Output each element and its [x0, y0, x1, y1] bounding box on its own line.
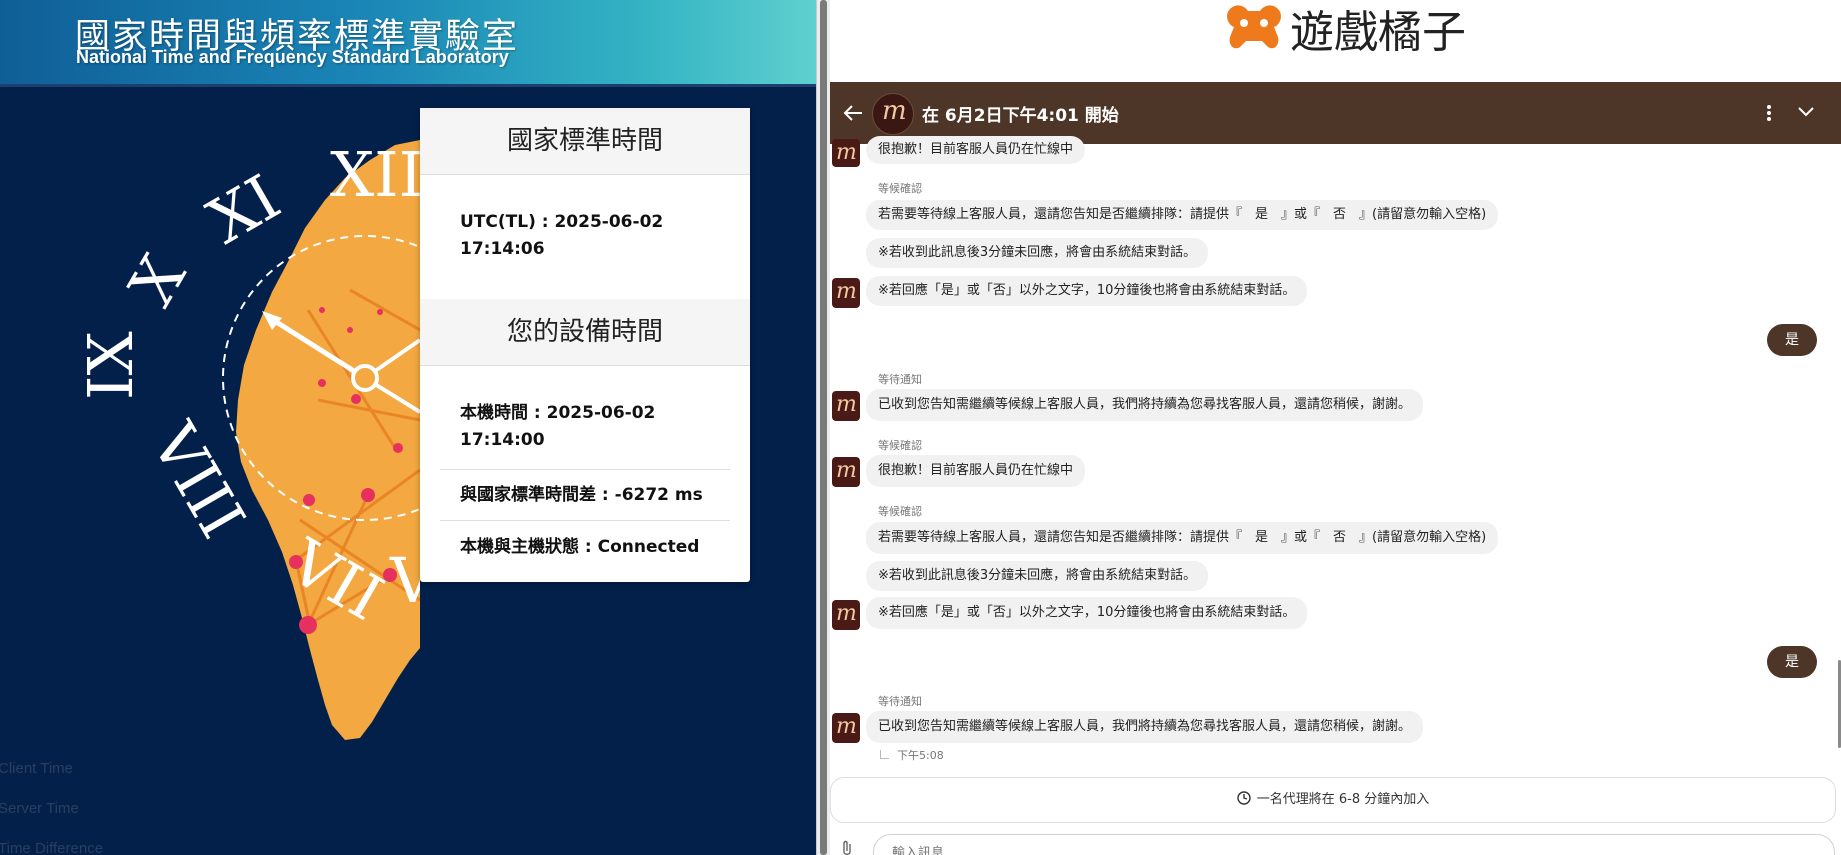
chevron-down-icon[interactable] [1797, 106, 1815, 118]
gamania-logo-text: 遊戲橘子 [1290, 7, 1466, 58]
message-label: 等候確認 [878, 182, 922, 195]
client-time-label: Client Time [0, 760, 74, 777]
user-message: 是 [1767, 646, 1817, 678]
message-label: 等待通知 [878, 373, 922, 386]
chat-message: ※若回應「是」或「否」以外之文字，10分鐘後也將會由系統結束對話。 [866, 276, 1308, 306]
message-label: 等候確認 [878, 439, 922, 452]
time-info-card: 國家標準時間 UTC(TL) : 2025-06-02 17:14:06 您的設… [420, 108, 750, 582]
standard-time-heading: 國家標準時間 [420, 108, 750, 175]
bot-avatar: m [832, 139, 860, 167]
numeral-xi: XI [196, 160, 292, 258]
server-time-label: Server Time [0, 800, 79, 817]
bot-avatar: m [832, 600, 860, 630]
time-difference: 與國家標準時間差 : -6272 ms [460, 485, 703, 505]
agent-join-text: 一名代理將在 6-8 分鐘內加入 [1256, 792, 1430, 807]
bot-avatar: m [832, 278, 860, 308]
message-input-box[interactable] [873, 834, 1835, 855]
support-chat-pane: 遊戲橘子 m 在 6月2日下午4:01 開始 m 很抱歉！目前客服人員仍在忙線中… [830, 0, 1841, 855]
chat-message: 若需要等待線上客服人員，還請您告知是否繼續排隊：請提供『 是 』或『 否 』(請… [866, 200, 1499, 230]
time-difference-label: Time Difference [0, 840, 104, 855]
bot-avatar: m [832, 391, 860, 421]
message-label: 等候確認 [878, 505, 922, 518]
split-scrollbar[interactable] [816, 0, 831, 855]
connection-status: 本機與主機狀態 : Connected [460, 537, 700, 557]
numeral-ix: IX [74, 331, 147, 400]
utc-clock: 17:14:06 [460, 239, 545, 259]
chat-header: m 在 6月2日下午4:01 開始 [830, 82, 1841, 144]
device-time-heading: 您的設備時間 [420, 299, 750, 366]
local-clock: 17:14:00 [460, 430, 545, 450]
agent-join-notice: 一名代理將在 6-8 分鐘內加入 [830, 777, 1836, 823]
message-label: 等待通知 [878, 695, 922, 708]
chat-message: 已收到您告知需繼續等候線上客服人員，我們將持續為您尋找客服人員，還請您稍候，謝謝… [866, 711, 1424, 743]
numeral-x: X [115, 243, 200, 318]
message-input[interactable] [890, 845, 1694, 855]
bot-avatar: m [832, 457, 860, 487]
clock-icon [1237, 791, 1251, 805]
bot-avatar: m [832, 713, 860, 743]
gamania-logo-icon [1227, 5, 1281, 49]
numeral-xii: XII [330, 138, 420, 211]
chat-title: 在 6月2日下午4:01 開始 [922, 106, 1119, 126]
chat-message: 很抱歉！目前客服人員仍在忙線中 [866, 455, 1086, 487]
message-timestamp: 下午5:08 [880, 747, 944, 763]
lab-title-en: National Time and Frequency Standard Lab… [76, 47, 509, 67]
more-options-icon[interactable] [1766, 104, 1772, 122]
local-date: 本機時間 : 2025-06-02 [460, 403, 656, 423]
chat-message: ※若回應「是」或「否」以外之文字，10分鐘後也將會由系統結束對話。 [866, 597, 1308, 629]
utc-date: UTC(TL) : 2025-06-02 [460, 212, 664, 232]
chat-message: ※若收到此訊息後3分鐘未回應，將會由系統結束對話。 [866, 238, 1209, 268]
chat-message: 已收到您告知需繼續等候線上客服人員，我們將持續為您尋找客服人員，還請您稍候，謝謝… [866, 389, 1424, 421]
chat-message: 若需要等待線上客服人員，還請您告知是否繼續排隊：請提供『 是 』或『 否 』(請… [866, 522, 1499, 554]
back-arrow-icon[interactable] [842, 103, 864, 123]
chat-message: 很抱歉！目前客服人員仍在忙線中 [866, 136, 1086, 164]
user-message: 是 [1767, 324, 1817, 356]
clock-center-pin [351, 364, 379, 392]
time-lab-pane: 國家時間與頻率標準實驗室 National Time and Frequency… [0, 0, 816, 855]
attachment-icon[interactable] [840, 840, 854, 855]
lab-banner: 國家時間與頻率標準實驗室 National Time and Frequency… [0, 0, 816, 84]
taiwan-clock-graphic: XII XI X IX VIII VII VI [74, 138, 420, 740]
numeral-vi: VI [389, 544, 420, 617]
agent-avatar: m [872, 93, 914, 135]
chat-message: ※若收到此訊息後3分鐘未回應，將會由系統結束對話。 [866, 561, 1209, 591]
split-scrollbar-thumb[interactable] [820, 0, 827, 855]
